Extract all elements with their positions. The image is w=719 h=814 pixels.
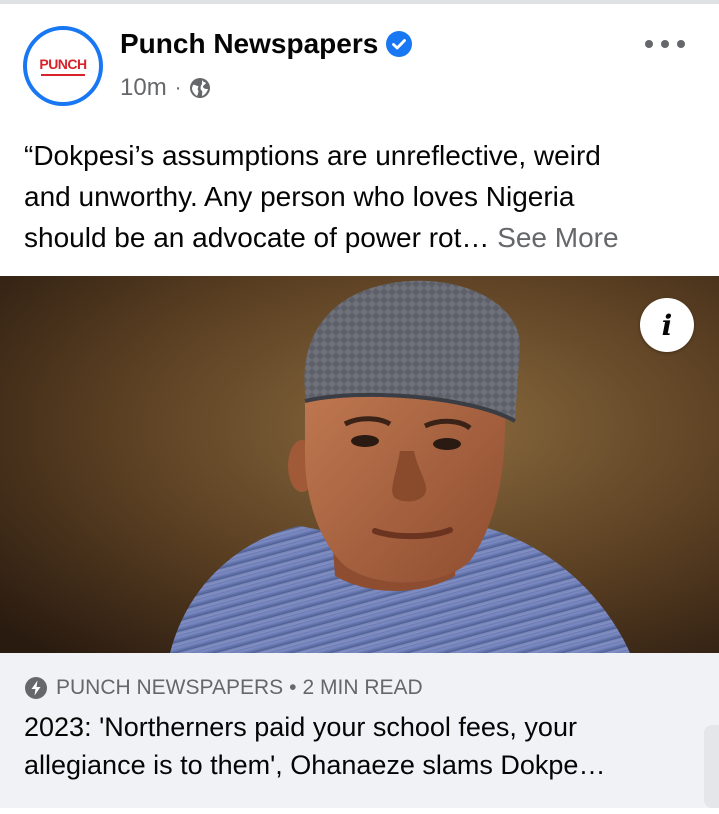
- avatar-logo-container: PUNCH: [31, 34, 95, 98]
- scroll-edge: [704, 725, 719, 808]
- article-image[interactable]: [0, 276, 719, 653]
- page-name-row: Punch Newspapers: [120, 28, 413, 60]
- link-meta-separator: •: [289, 676, 297, 699]
- link-source-row: PUNCH NEWSPAPERS • 2 MIN READ: [24, 676, 423, 700]
- post-body-text: “Dokpesi’s assumptions are unreflective,…: [24, 135, 704, 258]
- post-timestamp[interactable]: 10m: [120, 74, 167, 102]
- verified-badge-icon: [386, 31, 413, 57]
- post-text-line: “Dokpesi’s assumptions are unreflective,…: [24, 140, 601, 171]
- more-dot: [661, 40, 669, 48]
- post-text-line: and unworthy. Any person who loves Niger…: [24, 181, 575, 212]
- portrait-photo: [0, 276, 719, 653]
- link-read-time: 2 MIN READ: [302, 676, 423, 699]
- post-meta: 10m ·: [120, 74, 211, 102]
- avatar-logo-text: PUNCH: [39, 56, 87, 72]
- more-options-icon[interactable]: [645, 34, 685, 54]
- more-dot: [677, 40, 685, 48]
- page-name[interactable]: Punch Newspapers: [120, 28, 378, 60]
- more-dot: [645, 40, 653, 48]
- link-title-line: 2023: 'Northerners paid your school fees…: [24, 712, 577, 742]
- info-icon[interactable]: i: [640, 298, 694, 352]
- bottom-divider: [0, 808, 719, 814]
- post-header: PUNCH Punch Newspapers 10m ·: [0, 4, 719, 116]
- link-title-line: allegiance is to them', Ohanaeze slams D…: [24, 750, 606, 780]
- avatar-logo-rule: [41, 74, 85, 76]
- lightning-bolt-icon: [25, 677, 47, 699]
- post-text-line-last: should be an advocate of power rot… See …: [24, 217, 704, 258]
- see-more-link[interactable]: See More: [497, 222, 618, 253]
- globe-icon[interactable]: [189, 77, 211, 99]
- link-title[interactable]: 2023: 'Northerners paid your school fees…: [24, 708, 699, 784]
- link-source: PUNCH NEWSPAPERS: [56, 676, 284, 699]
- post-text-truncated: should be an advocate of power rot…: [24, 222, 490, 253]
- page-avatar[interactable]: PUNCH: [23, 26, 103, 106]
- meta-separator: ·: [174, 76, 182, 99]
